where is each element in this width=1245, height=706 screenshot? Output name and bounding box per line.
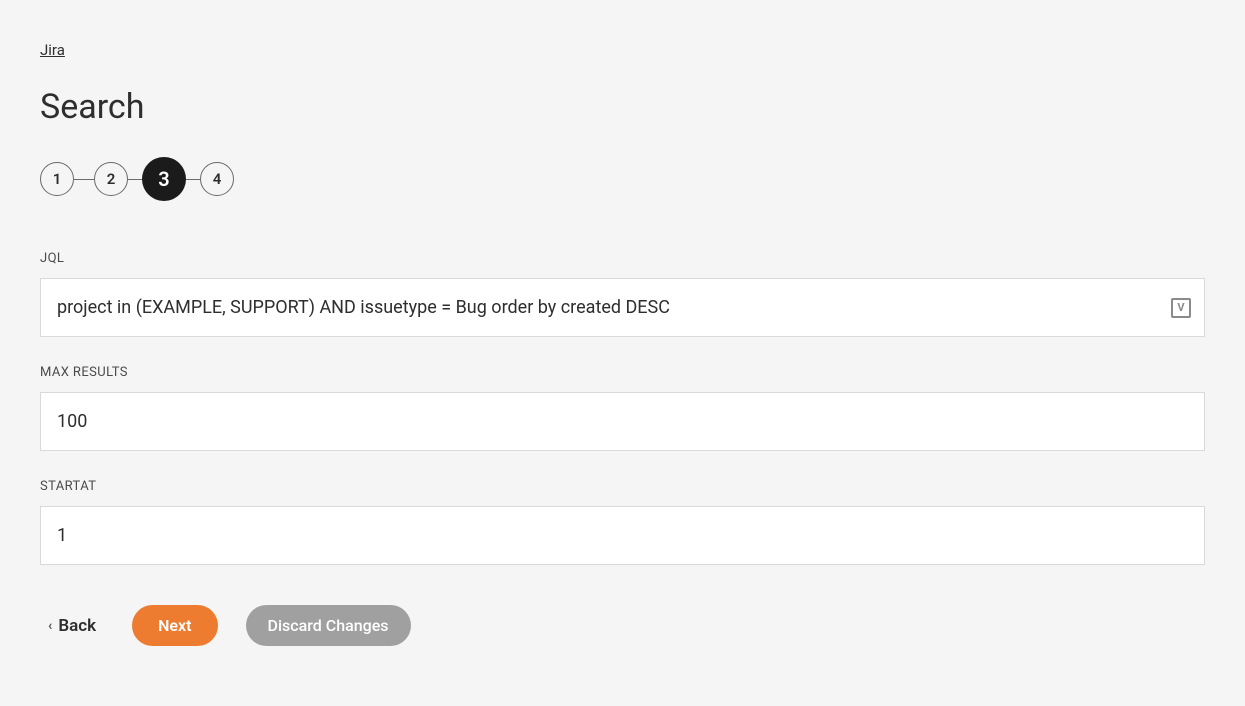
step-4[interactable]: 4: [200, 162, 234, 196]
field-start-at: STARTAT: [40, 479, 1205, 565]
label-jql: JQL: [40, 251, 1205, 266]
button-row: ‹ Back Next Discard Changes: [40, 605, 1205, 646]
label-max-results: MAX RESULTS: [40, 365, 1205, 380]
step-3-active[interactable]: 3: [142, 157, 186, 201]
discard-button[interactable]: Discard Changes: [246, 605, 411, 646]
back-button[interactable]: ‹ Back: [40, 610, 104, 642]
input-max-results[interactable]: [40, 392, 1205, 451]
step-2[interactable]: 2: [94, 162, 128, 196]
stepper: 1 2 3 4: [40, 157, 1205, 201]
step-1[interactable]: 1: [40, 162, 74, 196]
step-connector: [128, 179, 142, 180]
next-button[interactable]: Next: [132, 605, 217, 646]
label-start-at: STARTAT: [40, 479, 1205, 494]
breadcrumb-jira[interactable]: Jira: [40, 41, 65, 59]
input-jql[interactable]: [40, 278, 1205, 337]
chevron-left-icon: ‹: [48, 618, 52, 634]
field-max-results: MAX RESULTS: [40, 365, 1205, 451]
variable-icon[interactable]: V: [1171, 298, 1191, 318]
step-connector: [74, 179, 94, 180]
input-start-at[interactable]: [40, 506, 1205, 565]
step-connector: [186, 179, 200, 180]
page-title: Search: [40, 87, 1205, 127]
field-jql: JQL V: [40, 251, 1205, 337]
back-button-label: Back: [58, 616, 96, 636]
